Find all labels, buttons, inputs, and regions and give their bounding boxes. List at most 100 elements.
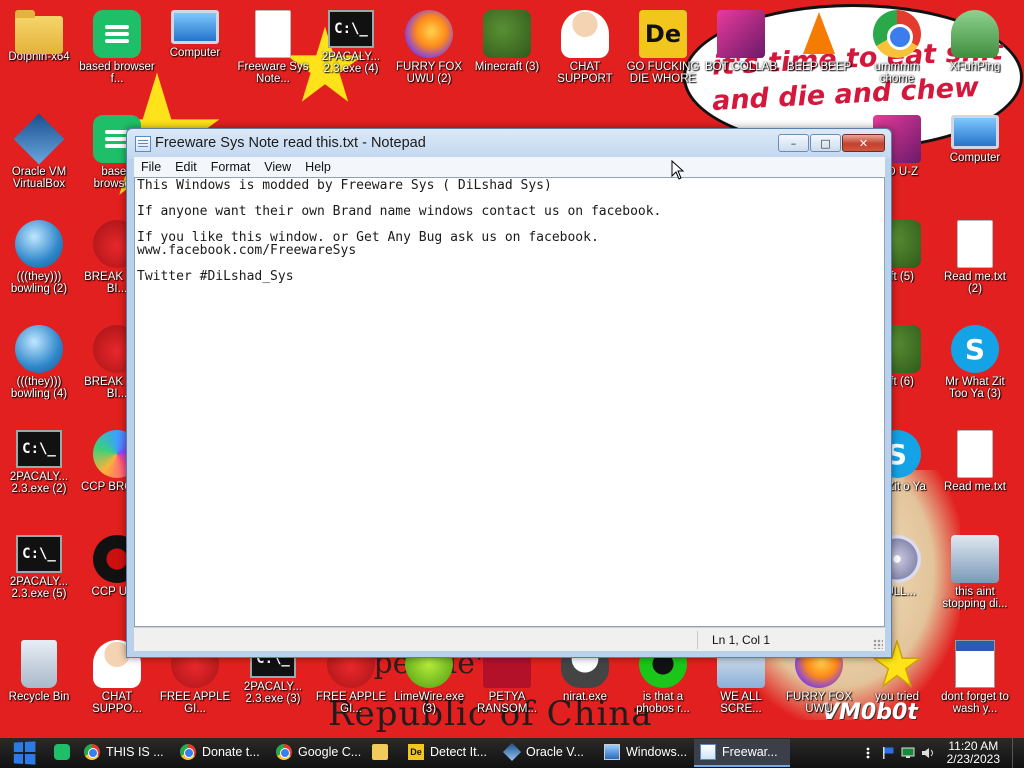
mouse-pointer-icon [671, 160, 685, 180]
start-button[interactable] [0, 738, 48, 768]
more-icon[interactable] [861, 746, 875, 760]
taskbar-item[interactable]: Google C... [270, 739, 366, 767]
desktop-icon[interactable]: ummmm chome [858, 4, 936, 104]
skype-icon: S [951, 325, 999, 373]
taskbar-item[interactable] [48, 739, 78, 767]
volume-icon[interactable] [921, 746, 935, 760]
bowling-icon [15, 220, 63, 268]
status-bar: Ln 1, Col 1 [134, 627, 885, 651]
caption-buttons: – □ ✕ [778, 134, 885, 152]
desktop-icon[interactable]: BEEP BEEP [780, 4, 858, 104]
desktop-icon[interactable]: C:\_ 2PACALY... 2.3.exe (4) [312, 4, 390, 104]
setup-icon [951, 535, 999, 583]
console-icon: C:\_ [16, 430, 62, 468]
text-document-icon [255, 10, 291, 58]
menu-file[interactable]: File [134, 160, 168, 174]
desktop-icon[interactable]: FURRY FOX UWU (2) [390, 4, 468, 104]
chrome-icon [873, 10, 921, 58]
de-icon: De [639, 10, 687, 58]
vertical-scrollbar[interactable] [868, 178, 884, 626]
based-browser-icon [54, 744, 70, 760]
menu-view[interactable]: View [257, 160, 298, 174]
desktop-icon[interactable]: S Mr What Zit Too Ya (3) [936, 319, 1014, 419]
desktop-icon[interactable]: Oracle VM VirtualBox [0, 109, 78, 209]
desktop-icon[interactable]: C:\_ 2PACALY... 2.3.exe (2) [0, 424, 78, 524]
user-folder-icon [951, 10, 999, 58]
computer-icon [171, 10, 219, 44]
text-document-icon [957, 430, 993, 478]
taskbar: THIS IS ... Donate t... Google C... De D… [0, 738, 1024, 768]
desktop-icon[interactable]: Dolphin-x64 [0, 4, 78, 104]
desktop-icon[interactable]: (((they))) bowling (2) [0, 214, 78, 314]
system-tray: 11:20 AM 2/23/2023 [861, 738, 1024, 768]
document-text[interactable]: This Windows is modded by Freeware Sys (… [137, 179, 868, 283]
desktop-icon[interactable]: Read me.txt [936, 424, 1014, 524]
desktop-icon[interactable]: Computer [936, 109, 1014, 209]
bowling-icon [15, 325, 63, 373]
desktop-icon[interactable]: BOT COLLAB [702, 4, 780, 104]
taskbar-item[interactable]: Windows... [598, 739, 694, 767]
desktop-icon[interactable]: Minecraft (3) [468, 4, 546, 104]
resize-grip-icon[interactable] [873, 639, 883, 649]
desktop-icon[interactable]: De GO FUCKING DIE WHORE [624, 4, 702, 104]
clock-date: 2/23/2023 [946, 752, 1000, 766]
computer-icon [951, 115, 999, 149]
desktop-icon[interactable]: Recycle Bin [0, 634, 78, 734]
desktop-icon[interactable]: CHAT SUPPORT [546, 4, 624, 104]
menu-edit[interactable]: Edit [168, 160, 204, 174]
clock[interactable]: 11:20 AM 2/23/2023 [941, 740, 1006, 766]
text-line: If anyone want their own Brand name wind… [137, 204, 662, 219]
cursor-position: Ln 1, Col 1 [712, 633, 771, 647]
text-editor[interactable]: This Windows is modded by Freeware Sys (… [134, 177, 885, 627]
desktop-icon[interactable]: Freeware Sys Note... [234, 4, 312, 104]
show-desktop-button[interactable] [1012, 738, 1018, 768]
browser-icon [93, 10, 141, 58]
text-line: www.facebook.com/FreewareSys [137, 243, 357, 258]
taskbar-item[interactable]: Oracle V... [498, 739, 598, 767]
windows-icon [604, 744, 620, 760]
desktop-icon[interactable]: XFuhPing [936, 4, 1014, 104]
network-icon[interactable] [901, 746, 915, 760]
taskbar-item-label: THIS IS ... [106, 745, 164, 759]
menu-bar: File Edit Format View Help [134, 157, 885, 177]
desktop-icon[interactable]: C:\_ 2PACALY... 2.3.exe (5) [0, 529, 78, 629]
calendar-icon [955, 640, 995, 688]
taskbar-item-active[interactable]: Freewar... [694, 739, 790, 767]
recycle-bin-icon [21, 640, 57, 688]
desktop-icon[interactable]: this aint stopping di... [936, 529, 1014, 629]
desktop-icon[interactable]: dont forget to wash y... [936, 634, 1014, 734]
console-icon: C:\_ [328, 10, 374, 48]
taskbar-item-label: Windows... [626, 745, 688, 759]
menu-format[interactable]: Format [204, 160, 258, 174]
desktop-icon[interactable]: (((they))) bowling (4) [0, 319, 78, 419]
de-icon: De [408, 744, 424, 760]
text-line: This Windows is modded by Freeware Sys (… [137, 178, 552, 193]
taskbar-item-label: Freewar... [722, 745, 778, 759]
flag-icon[interactable] [881, 746, 895, 760]
taskbar-item[interactable]: Donate t... [174, 739, 270, 767]
vlc-icon [795, 10, 843, 58]
taskbar-item-label: Google C... [298, 745, 362, 759]
close-button[interactable]: ✕ [842, 134, 885, 152]
folder-icon [372, 744, 388, 760]
monitor-icon [717, 10, 765, 58]
notepad-icon [700, 744, 716, 760]
windows-logo-icon [13, 741, 36, 765]
desktop-icon[interactable]: based browser f... [78, 4, 156, 104]
text-line: Twitter #DiLshad_Sys [137, 269, 294, 284]
minecraft-icon [483, 10, 531, 58]
menu-help[interactable]: Help [298, 160, 338, 174]
taskbar-item[interactable]: De Detect It... [402, 739, 498, 767]
status-separator [697, 631, 698, 649]
minimize-button[interactable]: – [778, 134, 809, 152]
desktop-icon[interactable]: Read me.txt (2) [936, 214, 1014, 314]
maximize-button[interactable]: □ [810, 134, 841, 152]
taskbar-item[interactable]: THIS IS ... [78, 739, 174, 767]
title-bar[interactable]: Freeware Sys Note read this.txt - Notepa… [127, 129, 891, 159]
taskbar-item[interactable] [366, 739, 402, 767]
notepad-window[interactable]: Freeware Sys Note read this.txt - Notepa… [126, 128, 892, 658]
chrome-icon [276, 744, 292, 760]
text-document-icon [957, 220, 993, 268]
chrome-icon [180, 744, 196, 760]
desktop-icon[interactable]: Computer [156, 4, 234, 104]
